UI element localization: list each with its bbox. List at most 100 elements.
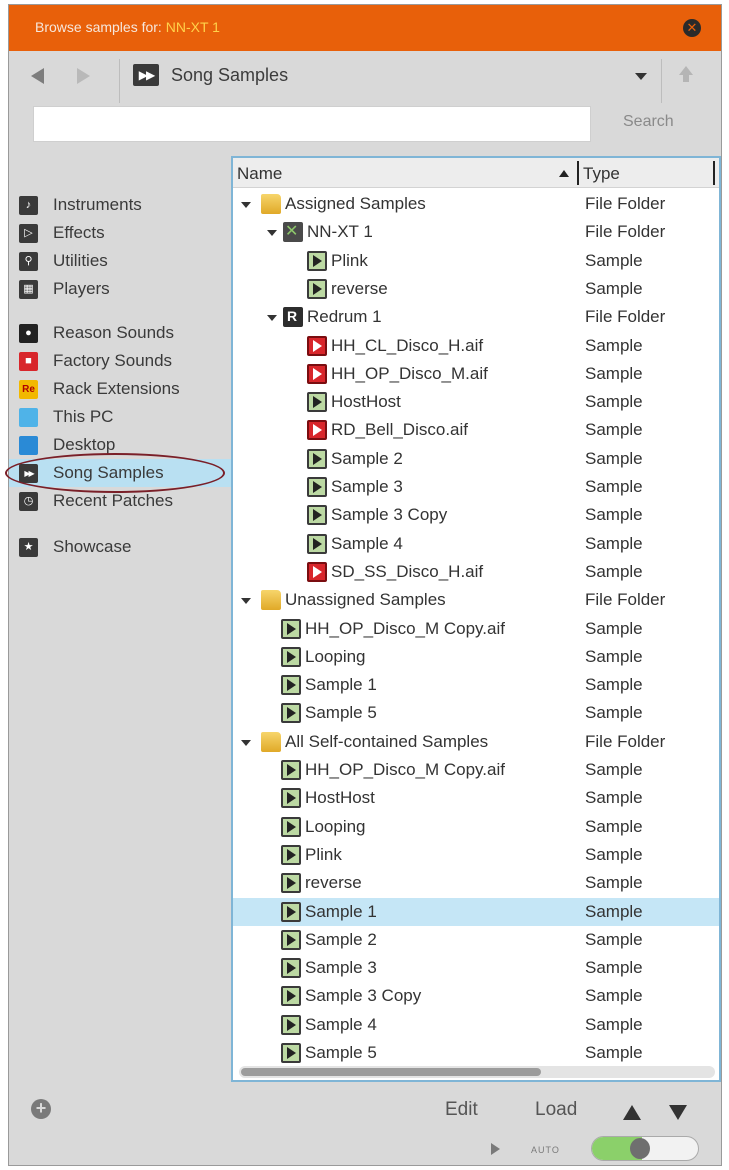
file-type: Sample bbox=[585, 420, 643, 440]
play-icon[interactable] bbox=[491, 1143, 500, 1155]
file-name: SD_SS_Disco_H.aif bbox=[331, 561, 484, 581]
next-arrow-icon[interactable] bbox=[669, 1105, 687, 1120]
previous-arrow-icon[interactable] bbox=[623, 1105, 641, 1120]
expand-arrow-icon[interactable] bbox=[267, 315, 277, 322]
chevron-down-icon[interactable] bbox=[635, 73, 647, 80]
file-type: Sample bbox=[585, 929, 643, 949]
add-icon[interactable]: + bbox=[31, 1099, 51, 1119]
sample-row[interactable]: Looping Sample bbox=[233, 643, 719, 671]
search-button[interactable]: Search bbox=[623, 113, 674, 131]
sidebar-item-factory-sounds[interactable]: ■ Factory Sounds bbox=[9, 347, 231, 375]
expand-arrow-icon[interactable] bbox=[241, 739, 251, 746]
desktop-icon bbox=[19, 436, 38, 455]
column-header: Name Type bbox=[233, 158, 719, 188]
auto-label: AUTO bbox=[531, 1145, 560, 1155]
horizontal-scrollbar[interactable] bbox=[239, 1066, 715, 1078]
edit-button[interactable]: Edit bbox=[445, 1099, 478, 1121]
expand-arrow-icon[interactable] bbox=[241, 202, 251, 208]
toolbar-divider bbox=[661, 59, 662, 103]
sample-row[interactable]: Sample 3 Sample bbox=[233, 473, 719, 501]
sidebar-item-label: Players bbox=[53, 279, 110, 298]
window-title: Browse samples for: NN-XT 1 bbox=[35, 19, 220, 35]
sidebar-item-label: Factory Sounds bbox=[53, 351, 173, 370]
sample-row[interactable]: SD_SS_Disco_H.aif Sample bbox=[233, 558, 719, 586]
sample-row[interactable]: HostHost Sample bbox=[233, 784, 719, 812]
sample-row[interactable]: HostHost Sample bbox=[233, 388, 719, 416]
location-label[interactable]: Song Samples bbox=[171, 65, 288, 86]
sample-row[interactable]: Sample 1 Sample bbox=[233, 897, 719, 926]
sample-row[interactable]: reverse Sample bbox=[233, 869, 719, 897]
file-name: Sample 4 bbox=[305, 1014, 377, 1034]
autoplay-toggle[interactable] bbox=[591, 1136, 699, 1161]
sidebar-item-effects[interactable]: ▷ Effects bbox=[9, 219, 231, 247]
file-type: Sample bbox=[585, 844, 643, 864]
sample-row[interactable]: Sample 1 Sample bbox=[233, 671, 719, 699]
search-input[interactable] bbox=[33, 106, 591, 142]
sample-row[interactable]: Sample 4 Sample bbox=[233, 530, 719, 558]
sample-row[interactable]: Sample 3 Copy Sample bbox=[233, 501, 719, 529]
aif-file-icon bbox=[307, 420, 327, 441]
column-divider[interactable] bbox=[577, 161, 579, 185]
sample-row[interactable]: HH_CL_Disco_H.aif Sample bbox=[233, 332, 719, 360]
sample-row[interactable]: HH_OP_Disco_M Copy.aif Sample bbox=[233, 756, 719, 784]
folder-row[interactable]: NN-XT 1 File Folder bbox=[233, 218, 719, 246]
sample-row[interactable]: Plink Sample bbox=[233, 841, 719, 869]
forward-arrow-icon[interactable] bbox=[77, 68, 90, 84]
sidebar-item-rack-extensions[interactable]: Re Rack Extensions bbox=[9, 375, 231, 403]
column-divider[interactable] bbox=[713, 161, 715, 185]
sample-row[interactable]: Sample 5 Sample bbox=[233, 699, 719, 727]
file-name: Sample 2 bbox=[305, 929, 377, 949]
close-icon[interactable]: ✕ bbox=[683, 19, 701, 37]
expand-arrow-icon[interactable] bbox=[267, 230, 277, 237]
load-button[interactable]: Load bbox=[535, 1099, 577, 1121]
sample-file-icon bbox=[281, 703, 301, 724]
file-name: Assigned Samples bbox=[285, 194, 426, 213]
sidebar-item-recent-patches[interactable]: ◷ Recent Patches bbox=[9, 487, 231, 515]
sample-row[interactable]: Sample 2 Sample bbox=[233, 445, 719, 473]
file-name: RD_Bell_Disco.aif bbox=[331, 420, 468, 440]
title-bar: Browse samples for: NN-XT 1 ✕ bbox=[9, 5, 721, 51]
sample-file-icon bbox=[281, 901, 301, 922]
toggle-knob[interactable] bbox=[630, 1138, 650, 1159]
sidebar-item-song-samples[interactable]: ▶▶ Song Samples bbox=[5, 453, 231, 493]
folder-row[interactable]: All Self-contained Samples File Folder bbox=[233, 728, 719, 756]
file-name: Sample 5 bbox=[305, 703, 377, 723]
sample-row[interactable]: Sample 3 Copy Sample bbox=[233, 982, 719, 1010]
expand-arrow-icon[interactable] bbox=[241, 598, 251, 605]
sample-row[interactable]: reverse Sample bbox=[233, 275, 719, 303]
file-name: Plink bbox=[305, 844, 342, 864]
file-name: Sample 3 Copy bbox=[331, 505, 448, 525]
sample-file-icon bbox=[307, 505, 327, 526]
back-arrow-icon[interactable] bbox=[31, 68, 44, 84]
sidebar-item-reason-sounds[interactable]: ● Reason Sounds bbox=[9, 319, 231, 347]
sample-row[interactable]: HH_OP_Disco_M.aif Sample bbox=[233, 360, 719, 388]
sample-row[interactable]: Sample 2 Sample bbox=[233, 926, 719, 954]
file-name: HH_CL_Disco_H.aif bbox=[331, 335, 484, 355]
sidebar-item-label: Effects bbox=[53, 223, 105, 242]
column-header-name[interactable]: Name bbox=[237, 164, 282, 184]
sample-row[interactable]: RD_Bell_Disco.aif Sample bbox=[233, 416, 719, 444]
sample-row[interactable]: Looping Sample bbox=[233, 813, 719, 841]
sidebar-item-utilities[interactable]: ⚲ Utilities bbox=[9, 247, 231, 275]
sample-row[interactable]: Plink Sample bbox=[233, 247, 719, 275]
folder-row[interactable]: Unassigned Samples File Folder bbox=[233, 586, 719, 614]
folder-row[interactable]: Assigned Samples File Folder bbox=[233, 190, 719, 218]
sidebar-item-this-pc[interactable]: This PC bbox=[9, 403, 231, 431]
file-name: Sample 1 bbox=[305, 901, 377, 921]
up-folder-icon[interactable] bbox=[679, 66, 693, 84]
sample-row[interactable]: HH_OP_Disco_M Copy.aif Sample bbox=[233, 615, 719, 643]
folder-row[interactable]: Redrum 1 File Folder bbox=[233, 303, 719, 331]
file-name: Sample 5 bbox=[305, 1043, 377, 1062]
sample-row[interactable]: Sample 5 Sample bbox=[233, 1039, 719, 1067]
column-header-type[interactable]: Type bbox=[583, 164, 620, 184]
sample-row[interactable]: Sample 4 Sample bbox=[233, 1011, 719, 1039]
sidebar-item-showcase[interactable]: ★ Showcase bbox=[9, 533, 231, 561]
sort-ascending-icon[interactable] bbox=[559, 170, 569, 177]
sidebar-item-instruments[interactable]: ♪ Instruments bbox=[9, 191, 231, 219]
sidebar-item-players[interactable]: ▦ Players bbox=[9, 275, 231, 303]
sample-file-icon bbox=[307, 477, 327, 497]
file-type: Sample bbox=[585, 873, 643, 893]
sample-row[interactable]: Sample 3 Sample bbox=[233, 954, 719, 982]
file-name: reverse bbox=[331, 278, 388, 298]
scrollbar-thumb[interactable] bbox=[241, 1068, 541, 1076]
